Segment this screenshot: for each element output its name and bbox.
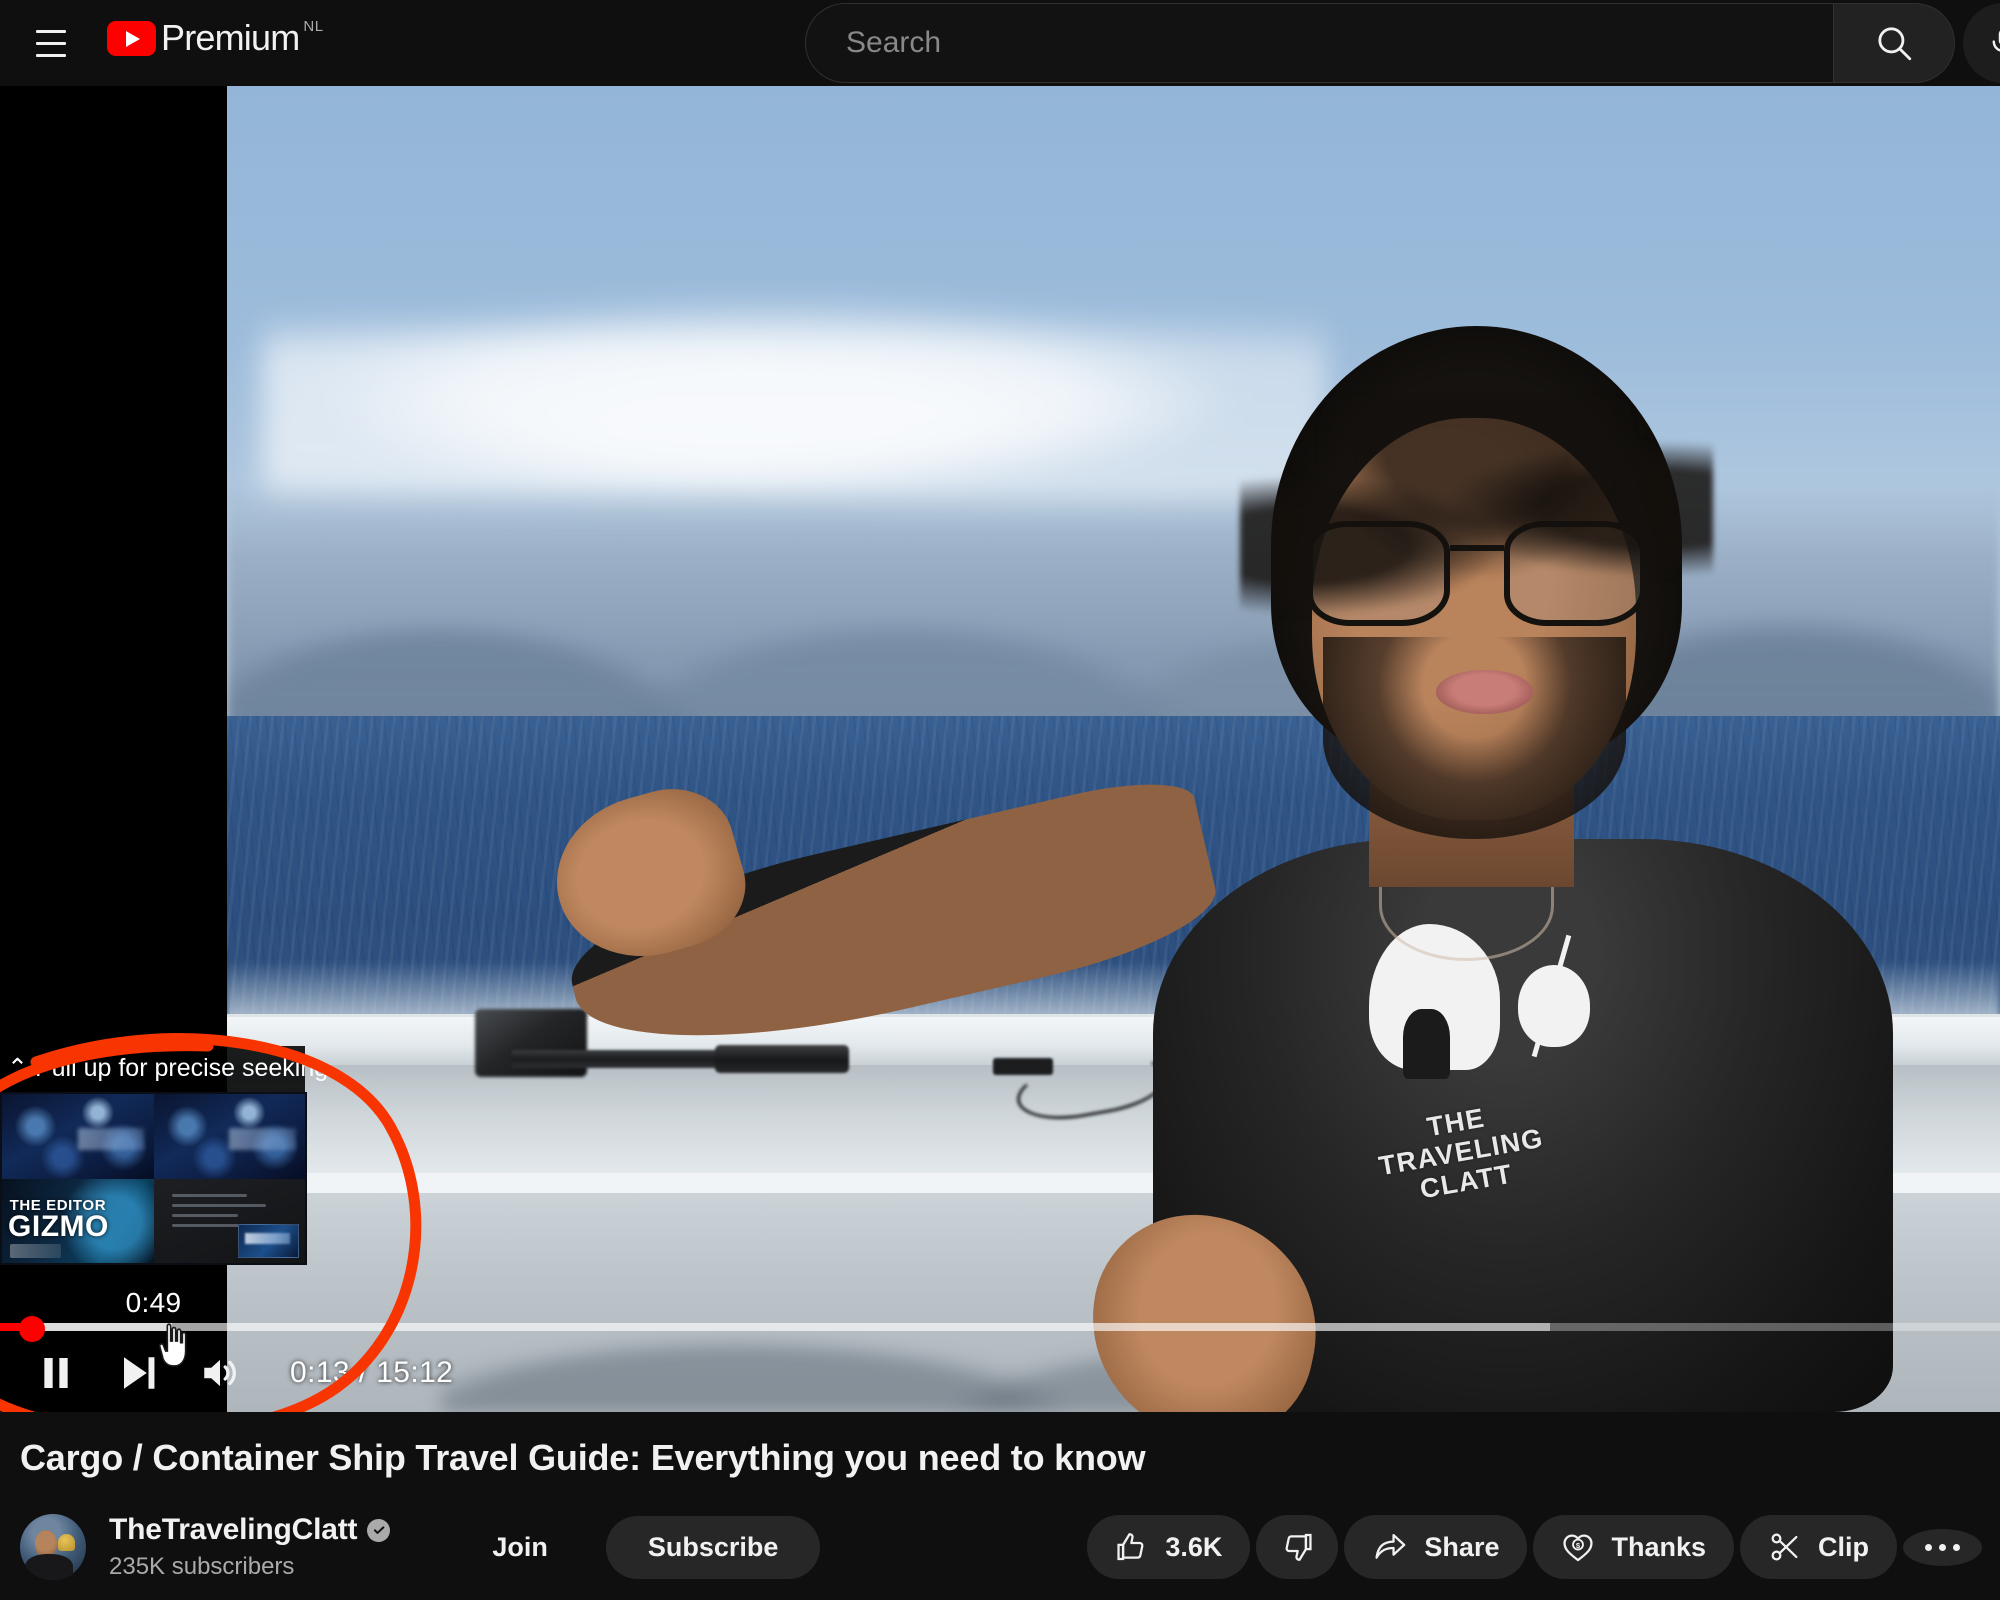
channel-avatar[interactable]	[20, 1514, 86, 1580]
hamburger-menu-icon[interactable]	[26, 18, 76, 68]
join-button[interactable]: Join	[456, 1516, 584, 1579]
video-info-section: Cargo / Container Ship Travel Guide: Eve…	[0, 1412, 2000, 1600]
precise-seeking-label: Pull up for precise seeking	[34, 1054, 329, 1082]
share-arrow-icon	[1375, 1533, 1406, 1559]
thumbs-up-icon	[1117, 1533, 1144, 1561]
search-icon	[1878, 27, 1912, 61]
seek-timestamp: 0:49	[125, 1287, 182, 1318]
volume-on-icon	[204, 1359, 236, 1387]
subscribe-button[interactable]: Subscribe	[605, 1515, 821, 1579]
search-button[interactable]	[1833, 3, 1955, 83]
youtube-watch-page: Premium NL Search THE TRAVELING CLATT ⌃ …	[0, 0, 2000, 1600]
pause-icon	[44, 1358, 68, 1388]
seek-preview-tooltip: ⌃ Pull up for precise seeking THE EDITOR…	[0, 1046, 328, 1319]
clip-label: Clip	[1818, 1531, 1869, 1562]
seek-thumbnail: THE EDITOR GIZMO	[0, 1092, 307, 1265]
search-bar	[805, 3, 1955, 83]
hair-wisps	[1240, 399, 1714, 644]
search-input-wrapper[interactable]	[805, 3, 1833, 83]
thumbs-down-icon	[1285, 1533, 1313, 1561]
microphone-icon	[1992, 30, 2000, 52]
heart-dollar-icon: $	[1563, 1534, 1594, 1562]
mouth	[1435, 670, 1534, 715]
more-horizontal-icon	[1925, 1543, 1960, 1551]
youtube-premium-logo[interactable]: Premium NL	[107, 8, 324, 59]
video-player[interactable]: THE TRAVELING CLATT ⌃ Pull up for precis…	[0, 86, 2000, 1412]
channel-and-actions-row: TheTravelingClatt 235K subscribers Join …	[20, 1504, 1990, 1590]
pause-button[interactable]	[18, 1335, 94, 1411]
like-count: 3.6K	[1165, 1531, 1223, 1562]
voice-search-button[interactable]	[1963, 3, 2000, 83]
youtube-play-logo-icon	[107, 21, 156, 56]
masthead: Premium NL	[0, 0, 2000, 86]
time-display: 0:13 / 15:12	[290, 1356, 454, 1389]
clip-button[interactable]: Clip	[1740, 1515, 1897, 1579]
selfie-stick-grip	[714, 1045, 850, 1073]
brand-text: Premium	[161, 17, 300, 58]
thanks-button[interactable]: $ Thanks	[1533, 1515, 1734, 1579]
video-title: Cargo / Container Ship Travel Guide: Eve…	[20, 1437, 1146, 1478]
action-buttons: 3.6K Share $ Thanks Clip	[1087, 1515, 1990, 1579]
beard	[1322, 637, 1626, 839]
channel-info: TheTravelingClatt 235K subscribers	[109, 1513, 391, 1581]
more-actions-button[interactable]	[1903, 1528, 1982, 1566]
brand-locale: NL	[303, 18, 324, 35]
video-subject: THE TRAVELING CLATT	[538, 192, 2000, 1412]
mouse-cursor-pointing-hand	[158, 1323, 187, 1367]
like-button[interactable]: 3.6K	[1087, 1515, 1251, 1579]
share-button[interactable]: Share	[1344, 1515, 1528, 1579]
thumbnail-text-line2: GIZMO	[8, 1210, 109, 1244]
progress-loaded	[0, 1323, 1550, 1331]
next-video-icon	[124, 1357, 155, 1389]
subscriber-count: 235K subscribers	[109, 1553, 295, 1580]
search-input[interactable]	[846, 26, 1833, 60]
share-label: Share	[1424, 1531, 1500, 1562]
progress-bar[interactable]	[0, 1316, 2000, 1342]
channel-name[interactable]: TheTravelingClatt	[109, 1513, 358, 1547]
verified-badge-icon	[367, 1518, 391, 1542]
video-frame: THE TRAVELING CLATT	[227, 86, 2000, 1412]
precise-seeking-hint[interactable]: ⌃ Pull up for precise seeking	[0, 1046, 328, 1092]
player-controls: 0:13 / 15:12	[0, 1334, 2000, 1412]
progress-scrubber-handle[interactable]	[19, 1316, 45, 1342]
scissors-icon	[1771, 1533, 1798, 1561]
dislike-button[interactable]	[1256, 1515, 1339, 1579]
thanks-label: Thanks	[1611, 1531, 1706, 1562]
chevron-up-icon: ⌃	[7, 1054, 28, 1082]
